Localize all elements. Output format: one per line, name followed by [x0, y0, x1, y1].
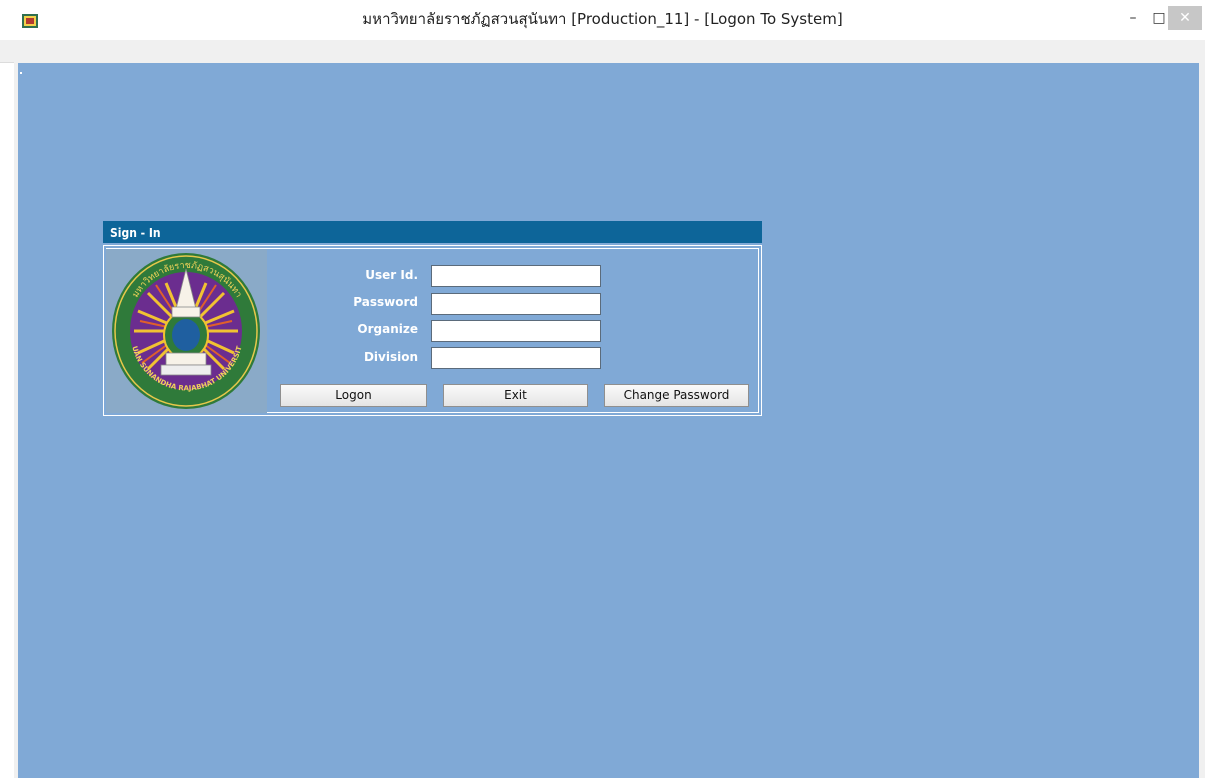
user-id-input[interactable] [431, 265, 601, 287]
organize-label: Organize [357, 322, 418, 336]
change-password-button[interactable]: Change Password [604, 384, 749, 407]
seal-logo-icon: มหาวิทยาลัยราชภัฏสวนสุนันทา SUAN SUNANDH… [102, 243, 260, 409]
password-input[interactable] [431, 293, 601, 315]
title-bar: มหาวิทยาลัยราชภัฏสวนสุนันทา [Production_… [0, 0, 1205, 41]
exit-button[interactable]: Exit [443, 384, 588, 407]
minimize-button[interactable]: – [1120, 6, 1146, 30]
logon-button[interactable]: Logon [280, 384, 427, 407]
menu-bar [0, 40, 1205, 63]
university-seal: มหาวิทยาลัยราชภัฏสวนสุนันทา SUAN SUNANDH… [102, 243, 267, 413]
mdi-canvas [18, 63, 1199, 778]
canvas-marker [20, 72, 22, 74]
signin-header: Sign - In [103, 221, 762, 243]
organize-input[interactable] [431, 320, 601, 342]
division-input[interactable] [431, 347, 601, 369]
close-button[interactable]: ✕ [1168, 6, 1202, 30]
user-id-label: User Id. [365, 268, 418, 282]
window-title: มหาวิทยาลัยราชภัฏสวนสุนันทา [Production_… [362, 10, 843, 28]
division-label: Division [363, 350, 418, 364]
password-label: Password [353, 295, 418, 309]
